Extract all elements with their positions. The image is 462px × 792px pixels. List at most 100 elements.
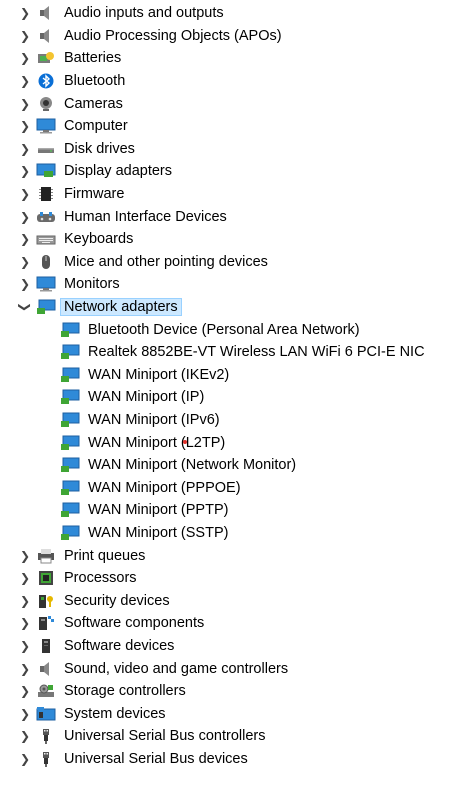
tree-item-security-devices[interactable]: ❯ Security devices [0, 589, 462, 612]
tree-item-label: Human Interface Devices [64, 208, 227, 225]
bluetooth-icon [36, 72, 56, 90]
chevron-right-icon[interactable]: ❯ [18, 707, 32, 721]
network-adapter-icon [60, 434, 80, 452]
tree-child-item[interactable]: WAN Miniport (SSTP) [0, 522, 462, 545]
usb-icon [36, 727, 56, 745]
tree-item-software-components[interactable]: ❯ Software components [0, 612, 462, 635]
tree-child-label: WAN Miniport (PPTP) [88, 502, 229, 519]
tree-item-label: Firmware [64, 186, 125, 203]
tree-child-item[interactable]: WAN Miniport (IP) [0, 386, 462, 409]
speaker-icon [36, 4, 56, 22]
tree-child-item[interactable]: WAN Miniport (PPPOE) [0, 476, 462, 499]
tree-child-label: WAN Miniport (IKEv2) [88, 366, 230, 383]
chevron-right-icon[interactable]: ❯ [18, 277, 32, 291]
chevron-right-icon[interactable]: ❯ [18, 29, 32, 43]
tree-child-label: WAN Miniport (SSTP) [88, 524, 229, 541]
tree-child-item[interactable]: WAN Miniport (PPTP) [0, 499, 462, 522]
tree-item-usb-controllers[interactable]: ❯ Universal Serial Bus controllers [0, 725, 462, 748]
chevron-right-icon[interactable]: ❯ [18, 164, 32, 178]
chevron-right-icon[interactable]: ❯ [18, 729, 32, 743]
chevron-right-icon[interactable]: ❯ [18, 549, 32, 563]
security-key-icon [36, 592, 56, 610]
tree-item-keyboards[interactable]: ❯ Keyboards [0, 228, 462, 251]
tree-item-label: Audio Processing Objects (APOs) [64, 27, 282, 44]
chevron-right-icon[interactable]: ❯ [18, 684, 32, 698]
tree-item-label: Keyboards [64, 231, 134, 248]
network-adapter-icon [60, 524, 80, 542]
tree-item-human-interface-devices[interactable]: ❯ Human Interface Devices [0, 205, 462, 228]
tree-item-label: Display adapters [64, 163, 172, 180]
network-adapter-icon [60, 456, 80, 474]
printer-icon [36, 547, 56, 565]
tree-item-label: Computer [64, 118, 128, 135]
chevron-right-icon[interactable]: ❯ [18, 6, 32, 20]
firmware-chip-icon [36, 185, 56, 203]
chevron-down-icon[interactable]: ❯ [18, 300, 32, 314]
tree-item-label: System devices [64, 705, 166, 722]
tree-item-network-adapters[interactable]: ❯ Network adapters [0, 296, 462, 319]
keyboard-icon [36, 230, 56, 248]
chevron-right-icon[interactable]: ❯ [18, 752, 32, 766]
usb-icon [36, 750, 56, 768]
chevron-right-icon[interactable]: ❯ [18, 255, 32, 269]
battery-icon [36, 49, 56, 67]
tree-item-software-devices[interactable]: ❯ Software devices [0, 635, 462, 658]
tree-item-monitors[interactable]: ❯ Monitors [0, 273, 462, 296]
tree-item-label: Batteries [64, 50, 122, 67]
tree-item-usb-devices[interactable]: ❯ Universal Serial Bus devices [0, 748, 462, 771]
tree-child-item[interactable]: WAN Miniport (Network Monitor) [0, 454, 462, 477]
storage-controller-icon [36, 682, 56, 700]
disk-drive-icon [36, 140, 56, 158]
tree-item-label: Universal Serial Bus devices [64, 750, 248, 767]
tree-child-label: WAN Miniport (PPPOE) [88, 479, 241, 496]
tree-item-processors[interactable]: ❯ Processors [0, 567, 462, 590]
tree-item-mice[interactable]: ❯ Mice and other pointing devices [0, 251, 462, 274]
chevron-right-icon[interactable]: ❯ [18, 662, 32, 676]
software-device-icon [36, 637, 56, 655]
tree-item-label: Network adapters [60, 298, 182, 317]
chevron-right-icon[interactable]: ❯ [18, 232, 32, 246]
display-adapter-icon [36, 162, 56, 180]
chevron-right-icon[interactable]: ❯ [18, 616, 32, 630]
tree-child-label: Realtek 8852BE-VT Wireless LAN WiFi 6 PC… [88, 344, 425, 361]
tree-item-label: Sound, video and game controllers [64, 660, 289, 677]
tree-child-item[interactable]: WAN Miniport (L2TP) [0, 431, 462, 454]
chevron-right-icon[interactable]: ❯ [18, 639, 32, 653]
tree-item-batteries[interactable]: ❯ Batteries [0, 47, 462, 70]
tree-item-label: Monitors [64, 276, 120, 293]
system-folder-icon [36, 705, 56, 723]
tree-item-display-adapters[interactable]: ❯ Display adapters [0, 160, 462, 183]
tree-item-print-queues[interactable]: ❯ Print queues [0, 544, 462, 567]
monitor-icon [36, 117, 56, 135]
chevron-right-icon[interactable]: ❯ [18, 97, 32, 111]
tree-item-audio-processing-objects[interactable]: ❯ Audio Processing Objects (APOs) [0, 25, 462, 48]
tree-child-item[interactable]: WAN Miniport (IKEv2) [0, 364, 462, 387]
tree-child-label: WAN Miniport (IPv6) [88, 411, 220, 428]
tree-item-computer[interactable]: ❯ Computer [0, 115, 462, 138]
tree-item-cameras[interactable]: ❯ Cameras [0, 92, 462, 115]
tree-item-label: Security devices [64, 592, 170, 609]
tree-item-firmware[interactable]: ❯ Firmware [0, 183, 462, 206]
chevron-right-icon[interactable]: ❯ [18, 594, 32, 608]
chevron-right-icon[interactable]: ❯ [18, 142, 32, 156]
chevron-right-icon[interactable]: ❯ [18, 210, 32, 224]
chevron-right-icon[interactable]: ❯ [18, 119, 32, 133]
tree-item-label: Print queues [64, 547, 146, 564]
network-adapter-icon [60, 479, 80, 497]
speaker-icon [36, 27, 56, 45]
tree-item-disk-drives[interactable]: ❯ Disk drives [0, 138, 462, 161]
chevron-right-icon[interactable]: ❯ [18, 187, 32, 201]
tree-item-audio-inputs-outputs[interactable]: ❯ Audio inputs and outputs [0, 2, 462, 25]
chevron-right-icon[interactable]: ❯ [18, 51, 32, 65]
tree-child-item[interactable]: WAN Miniport (IPv6) [0, 409, 462, 432]
chevron-right-icon[interactable]: ❯ [18, 571, 32, 585]
tree-child-item[interactable]: Realtek 8852BE-VT Wireless LAN WiFi 6 PC… [0, 341, 462, 364]
tree-item-storage-controllers[interactable]: ❯ Storage controllers [0, 680, 462, 703]
tree-item-sound-video-game[interactable]: ❯ Sound, video and game controllers [0, 657, 462, 680]
network-adapter-icon [36, 298, 56, 316]
tree-child-item[interactable]: Bluetooth Device (Personal Area Network) [0, 318, 462, 341]
tree-item-system-devices[interactable]: ❯ System devices [0, 702, 462, 725]
tree-item-bluetooth[interactable]: ❯ Bluetooth [0, 70, 462, 93]
chevron-right-icon[interactable]: ❯ [18, 74, 32, 88]
network-adapter-icon [60, 366, 80, 384]
